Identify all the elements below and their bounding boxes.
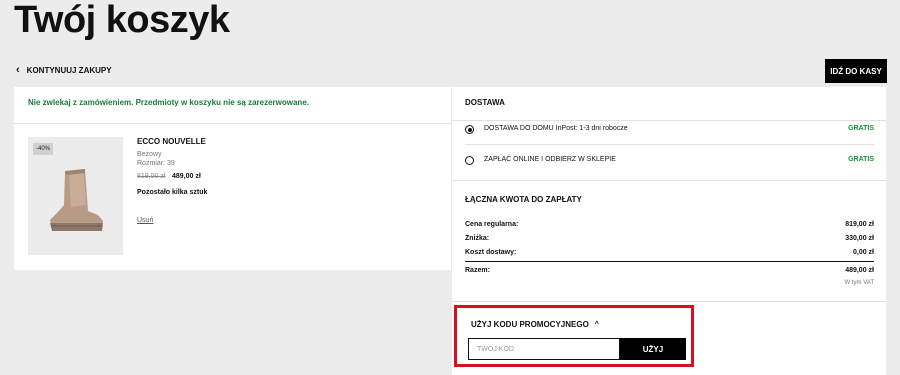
regular-price-label: Cena regularna: (465, 221, 519, 228)
boot-image (50, 169, 103, 231)
divider (465, 144, 874, 145)
continue-shopping-label: KONTYNUUJ ZAKUPY (26, 65, 112, 75)
product-image[interactable]: -40% (28, 137, 123, 255)
product-price-old: 819,00 zł (137, 173, 166, 180)
remove-item-link[interactable]: Usuń (137, 217, 153, 224)
divider (452, 180, 886, 181)
promo-code-toggle[interactable]: UŻYJ KODU PROMOCYJNEGO ^ (471, 320, 599, 329)
totals-title: ŁĄCZNA KWOTA DO ZAPŁATY (465, 195, 582, 204)
divider (14, 123, 451, 124)
shipping-cost-value: 0,00 zł (852, 249, 874, 256)
shipping-cost-label: Koszt dostawy: (465, 249, 517, 256)
delivery-store-price: GRATIS (848, 156, 874, 163)
product-stock: Pozostało kilka sztuk (137, 189, 208, 196)
delivery-store-label[interactable]: ZAPŁAĆ ONLINE I ODBIERZ W SKLEPIE (484, 156, 616, 163)
reservation-notice: Nie zwlekaj z zamówieniem. Przedmioty w … (28, 98, 309, 107)
delivery-home-label[interactable]: DOSTAWA DO DOMU InPost: 1-3 dni robocze (484, 125, 628, 132)
checkout-button[interactable]: IDŹ DO KASY (825, 59, 887, 83)
discount-badge: -40% (33, 143, 53, 155)
continue-shopping-link[interactable]: ‹ KONTYNUUJ ZAKUPY (16, 64, 112, 76)
delivery-store-radio[interactable] (465, 156, 474, 165)
vat-note: W tym VAT (844, 280, 874, 286)
product-name[interactable]: ECCO NOUVELLE (137, 137, 206, 146)
apply-promo-button[interactable]: UŻYJ (620, 338, 686, 360)
divider (452, 120, 886, 121)
chevron-up-icon: ^ (594, 321, 599, 328)
divider (452, 301, 886, 302)
delivery-home-radio[interactable] (465, 125, 474, 134)
product-color: Beżowy (137, 151, 162, 158)
product-price-new: 489,00 zł (172, 173, 201, 180)
promo-code-title: UŻYJ KODU PROMOCYJNEGO (471, 320, 589, 329)
promo-code-section: UŻYJ KODU PROMOCYJNEGO ^ UŻYJ (454, 305, 694, 367)
promo-code-input[interactable] (468, 338, 620, 360)
discount-label: Zniżka: (465, 235, 490, 242)
product-size: Rozmiar: 39 (137, 160, 175, 167)
delivery-title: DOSTAWA (465, 98, 505, 107)
divider (465, 261, 874, 262)
delivery-home-price: GRATIS (848, 125, 874, 132)
chevron-left-icon: ‹ (16, 64, 20, 76)
discount-value: 330,00 zł (845, 235, 874, 242)
regular-price-value: 819,00 zł (845, 221, 874, 228)
page-title: Twój koszyk (14, 0, 230, 41)
total-label: Razem: (465, 267, 490, 274)
cart-panel: Nie zwlekaj z zamówieniem. Przedmioty w … (14, 87, 451, 270)
total-value: 489,00 zł (845, 267, 874, 274)
